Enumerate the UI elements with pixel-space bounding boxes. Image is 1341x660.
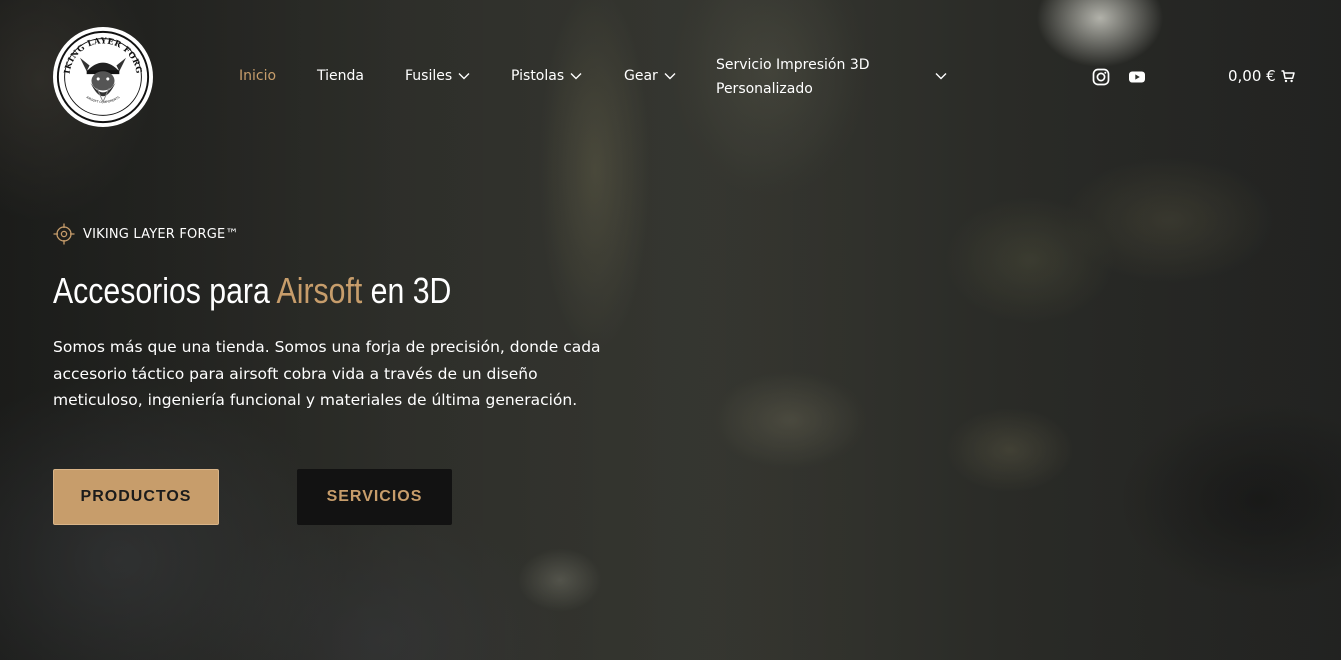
hero-lead-text: Somos más que una tienda. Somos una forj… — [53, 338, 601, 409]
nav-item-label-line1: Servicio Impresión 3D — [716, 57, 870, 73]
hero-eyebrow: VIKING LAYER FORGE™ — [53, 223, 239, 245]
viking-logo-icon: VIKING LAYER FORGE AIRSOFT COMPONENTS — [55, 29, 150, 124]
chevron-down-icon — [458, 73, 470, 80]
nav-item-label: Tienda — [317, 68, 364, 84]
nav-item-label: Gear — [624, 68, 658, 84]
chevron-down-icon[interactable] — [935, 72, 947, 80]
nav-item-inicio[interactable]: Inicio — [239, 67, 276, 85]
products-button-label: PRODUCTOS — [80, 488, 192, 505]
cart-total: 0,00 € — [1228, 67, 1276, 85]
nav-item-tienda[interactable]: Tienda — [317, 67, 364, 85]
nav-item-label-line2: Personalizado — [716, 81, 813, 97]
hero-eyebrow-text: VIKING LAYER FORGE™ — [83, 226, 239, 242]
cart-icon — [1281, 69, 1295, 82]
chevron-down-icon — [570, 73, 582, 80]
site-logo[interactable]: VIKING LAYER FORGE AIRSOFT COMPONENTS — [53, 27, 153, 127]
instagram-link[interactable] — [1092, 68, 1110, 86]
headline-accent: Airsoft — [276, 270, 363, 311]
headline-text: Accesorios para — [53, 270, 277, 311]
nav-item-label: Pistolas — [511, 68, 565, 84]
nav-item-label: Fusiles — [405, 68, 453, 84]
hero-headline: Accesorios para Airsoft en 3D — [53, 268, 451, 314]
youtube-icon — [1129, 71, 1145, 83]
nav-item-gear[interactable]: Gear — [624, 67, 676, 85]
crosshair-icon — [53, 223, 75, 245]
nav-item-pistolas[interactable]: Pistolas — [511, 67, 582, 85]
services-button-label: SERVICIOS — [326, 488, 423, 505]
instagram-icon — [1092, 68, 1110, 86]
headline-text-end: en 3D — [362, 270, 452, 311]
services-button[interactable]: SERVICIOS — [297, 469, 452, 525]
youtube-link[interactable] — [1128, 68, 1146, 86]
nav-item-fusiles[interactable]: Fusiles — [405, 67, 470, 85]
chevron-down-icon — [664, 73, 676, 80]
cart-button[interactable]: 0,00 € — [1228, 67, 1295, 85]
nav-item-label: Inicio — [239, 68, 277, 84]
nav-item-servicio-impresion-3d[interactable]: Servicio Impresión 3D Personalizado — [716, 53, 916, 101]
site-header: VIKING LAYER FORGE AIRSOFT COMPONENTS In… — [0, 0, 1341, 155]
products-button[interactable]: PRODUCTOS — [53, 469, 219, 525]
